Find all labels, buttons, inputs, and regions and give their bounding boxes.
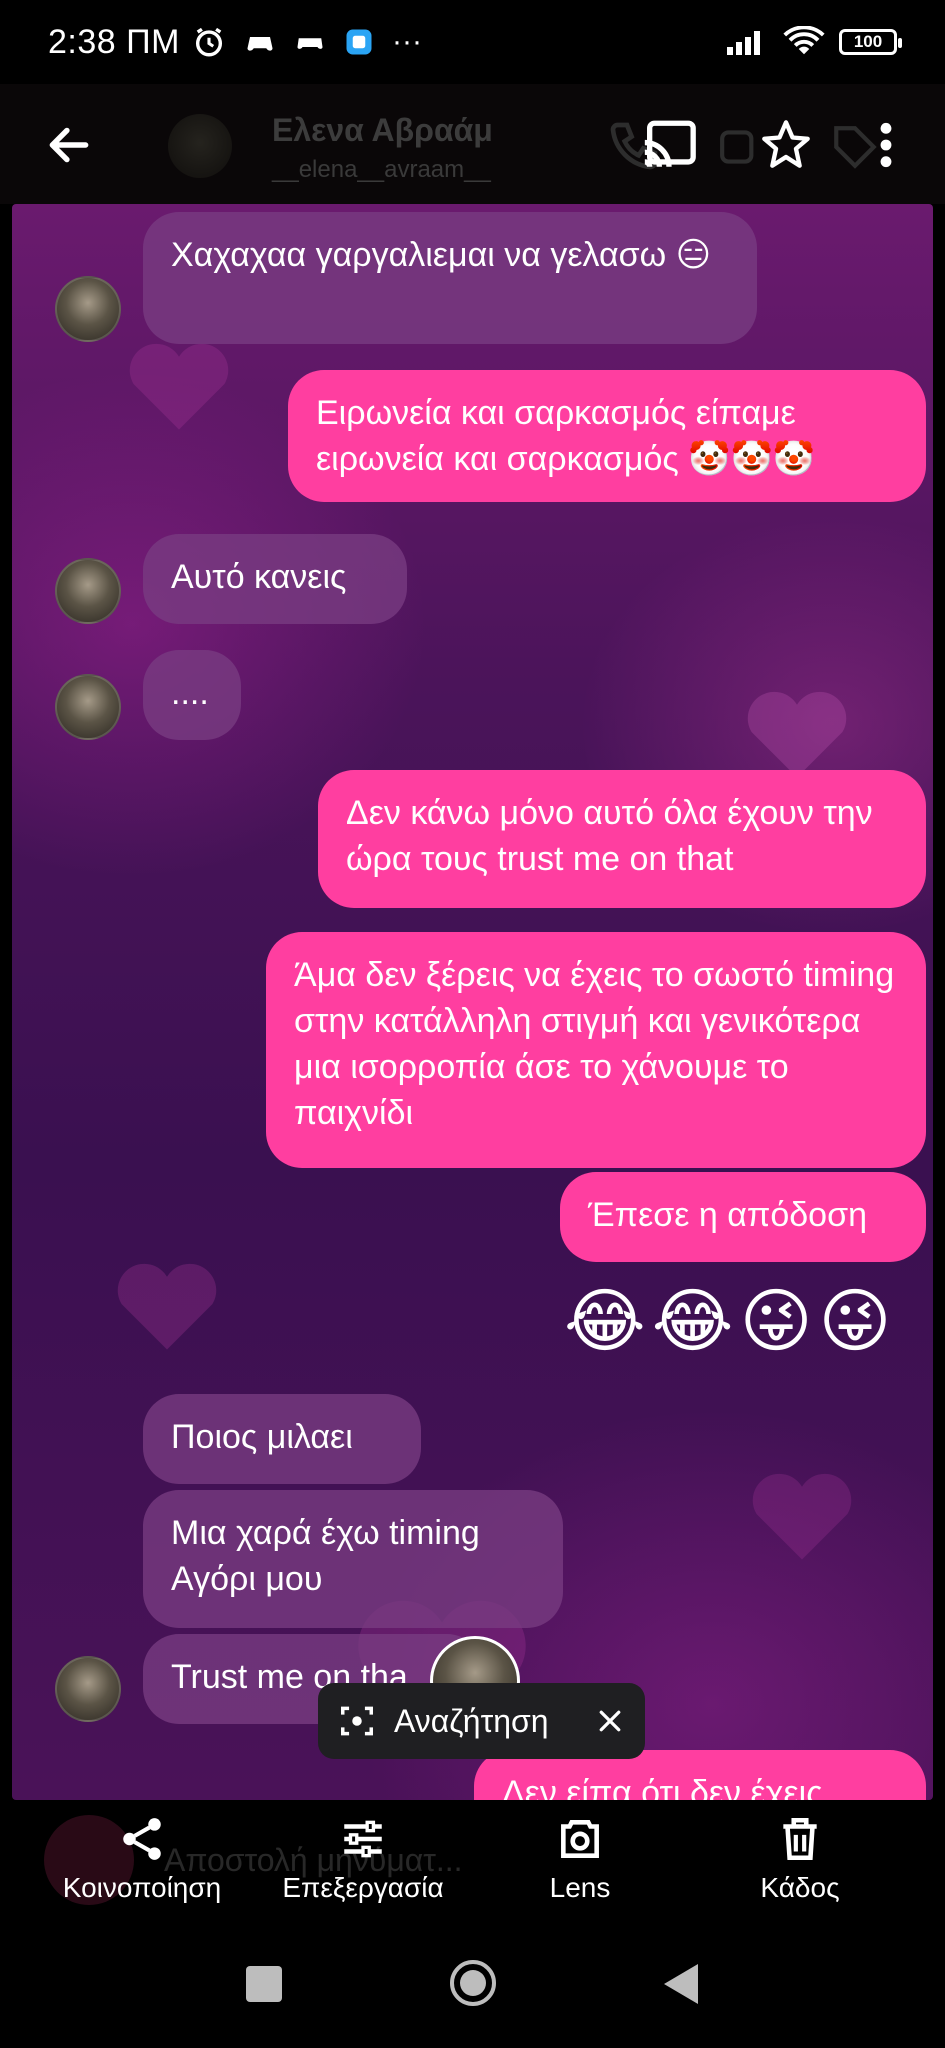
contact-name[interactable]: Ελενα Αβραάμ bbox=[272, 112, 493, 149]
share-label: Κοινοποίηση bbox=[62, 1872, 222, 1903]
game-controller-icon bbox=[247, 37, 273, 51]
home-button[interactable] bbox=[450, 1960, 496, 2006]
battery-icon: 100 bbox=[839, 29, 902, 55]
contact-username: __elena__avraam__ bbox=[272, 156, 491, 183]
sender-avatar[interactable] bbox=[55, 558, 121, 624]
lens-icon bbox=[561, 1820, 599, 1858]
share-icon bbox=[123, 1818, 161, 1860]
outgoing-message[interactable]: Δεν κάνω μόνο αυτό όλα έχουν την ώρα του… bbox=[318, 770, 926, 908]
lens-action[interactable]: Lens bbox=[530, 1814, 630, 1904]
system-icons: 100 bbox=[725, 26, 902, 58]
more-notifications-icon: ··· bbox=[392, 25, 422, 58]
share-action[interactable]: Κοινοποίηση bbox=[52, 1814, 232, 1904]
gamepad-icon bbox=[297, 38, 323, 49]
heart-decoration bbox=[129, 343, 229, 430]
incoming-message[interactable]: Ποιος μιλαει bbox=[143, 1394, 421, 1484]
back-nav-icon[interactable] bbox=[662, 1962, 702, 2006]
app-notification-icon bbox=[346, 29, 372, 55]
search-label: Αναζήτηση bbox=[394, 1702, 549, 1739]
incoming-message[interactable]: .... bbox=[143, 650, 241, 740]
battery-level: 100 bbox=[853, 32, 883, 51]
outgoing-message[interactable]: Άμα δεν ξέρεις να έχεις το σωστό timing … bbox=[266, 932, 926, 1168]
delete-action[interactable]: Κάδος bbox=[750, 1814, 850, 1904]
incoming-message[interactable]: Μια χαρά έχω timing Αγόρι μου bbox=[143, 1490, 563, 1628]
outgoing-message[interactable]: Ειρωνεία και σαρκασμός είπαμε ειρωνεία κ… bbox=[288, 370, 926, 502]
chat-header: Ελενα Αβραάμ __elena__avraam__ bbox=[0, 84, 945, 204]
sender-avatar[interactable] bbox=[55, 674, 121, 740]
contact-avatar[interactable] bbox=[168, 114, 232, 178]
screenshot-action-bar: Αποστολή μηνύματ... Κοινοποίηση Επεξεργα… bbox=[0, 1800, 945, 1930]
lens-label: Lens bbox=[549, 1872, 611, 1903]
cast-icon[interactable] bbox=[640, 118, 698, 172]
notification-icons: ··· bbox=[192, 25, 422, 59]
heart-decoration bbox=[747, 691, 847, 778]
recents-button[interactable] bbox=[246, 1966, 282, 2002]
edit-action[interactable]: Επεξεργασία bbox=[268, 1814, 458, 1904]
heart-decoration bbox=[117, 1263, 217, 1350]
outgoing-message[interactable]: Έπεσε η απόδοση bbox=[560, 1172, 926, 1262]
heart-decoration bbox=[752, 1473, 852, 1560]
lens-search-icon bbox=[341, 1706, 373, 1736]
outgoing-emoji-message[interactable]: 😂😂😜😜 bbox=[564, 1280, 933, 1362]
visual-search-pill[interactable]: Αναζήτηση bbox=[318, 1683, 645, 1759]
sender-avatar[interactable] bbox=[55, 276, 121, 342]
sliders-icon bbox=[344, 1820, 382, 1858]
chat-thread[interactable]: Χαχαχαα γαργαλιεμαι να γελασω 😑 Ειρωνεία… bbox=[12, 204, 933, 1800]
trash-icon bbox=[783, 1817, 817, 1861]
delete-label: Κάδος bbox=[760, 1872, 840, 1903]
alarm-icon bbox=[195, 27, 223, 57]
overflow-menu-icon[interactable] bbox=[872, 120, 900, 170]
incoming-message[interactable]: Χαχαχαα γαργαλιεμαι να γελασω 😑 bbox=[143, 212, 757, 344]
sender-avatar[interactable] bbox=[55, 1656, 121, 1722]
close-icon[interactable] bbox=[595, 1706, 625, 1736]
status-time: 2:38 ΠΜ bbox=[48, 22, 180, 61]
wifi-icon bbox=[783, 26, 825, 55]
back-arrow-icon[interactable] bbox=[44, 120, 94, 170]
incoming-message[interactable]: Αυτό κανεις bbox=[143, 534, 407, 624]
system-navigation-bar bbox=[0, 1930, 945, 2048]
star-icon[interactable] bbox=[760, 118, 812, 170]
status-bar: 2:38 ΠΜ ··· 100 bbox=[0, 0, 945, 84]
edit-label: Επεξεργασία bbox=[282, 1872, 444, 1903]
signal-icon bbox=[727, 31, 760, 55]
